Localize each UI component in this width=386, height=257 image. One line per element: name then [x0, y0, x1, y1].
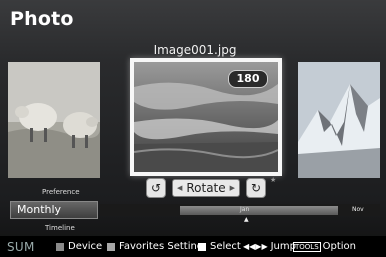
tools-key-icon: TOOLS [293, 241, 321, 252]
select-label: Select [210, 241, 241, 252]
sum-logo: SUM [7, 240, 35, 254]
device-label: Device [68, 241, 103, 252]
green-key-icon [107, 242, 115, 251]
thumbnail-next[interactable] [298, 62, 380, 178]
option-label: Option [322, 241, 357, 252]
select-button[interactable]: Select [198, 241, 241, 252]
timeline-marker-icon: ▲ [244, 216, 249, 223]
rotation-badge: 180 [228, 70, 268, 88]
photo-browser: Photo Image001.jpg 180 ↺ ◀ Rotate ▶ ↻ ★ … [0, 0, 386, 257]
timeline-range [180, 206, 338, 215]
rewind-ff-icon: ◀◀▶▶ [243, 242, 268, 251]
favorites-button[interactable]: Favorites Setting [107, 241, 203, 252]
photo-preview: 180 [134, 62, 278, 172]
star-icon: ★ [270, 176, 277, 184]
rotate-controls: ↺ ◀ Rotate ▶ ↻ [146, 178, 266, 198]
yellow-key-icon [198, 242, 206, 251]
rotate-left-button[interactable]: ↺ [146, 178, 166, 198]
option-button[interactable]: TOOLS Option [293, 241, 356, 252]
rotate-selector[interactable]: ◀ Rotate ▶ [172, 179, 240, 197]
help-bar: SUM Device Favorites Setting Select ◀◀▶▶… [0, 236, 386, 257]
current-filename: Image001.jpg [153, 43, 237, 57]
timeline-label: Timeline [45, 224, 75, 232]
preference-label: Preference [42, 188, 80, 196]
arrow-right-icon: ▶ [229, 184, 235, 192]
thumbnail-previous[interactable] [8, 62, 100, 178]
red-key-icon [56, 242, 64, 251]
sheep-photo [8, 62, 100, 178]
arrow-left-icon: ◀ [177, 184, 183, 192]
page-title: Photo [10, 8, 74, 30]
selected-photo[interactable]: 180 [130, 58, 282, 176]
device-button[interactable]: Device [56, 241, 102, 252]
timeline-start: Jan [240, 206, 250, 213]
jump-button[interactable]: ◀◀▶▶ Jump [243, 241, 296, 252]
rotate-label: Rotate [186, 181, 226, 195]
rotate-right-button[interactable]: ↻ [246, 178, 266, 198]
sort-mode-selector[interactable]: Monthly [10, 201, 98, 219]
favorites-label: Favorites Setting [119, 241, 204, 252]
rotate-ccw-icon: ↺ [150, 181, 162, 195]
rotate-cw-icon: ↻ [250, 181, 262, 195]
timeline-end: Nov [352, 206, 364, 213]
mountain-photo [298, 62, 380, 178]
